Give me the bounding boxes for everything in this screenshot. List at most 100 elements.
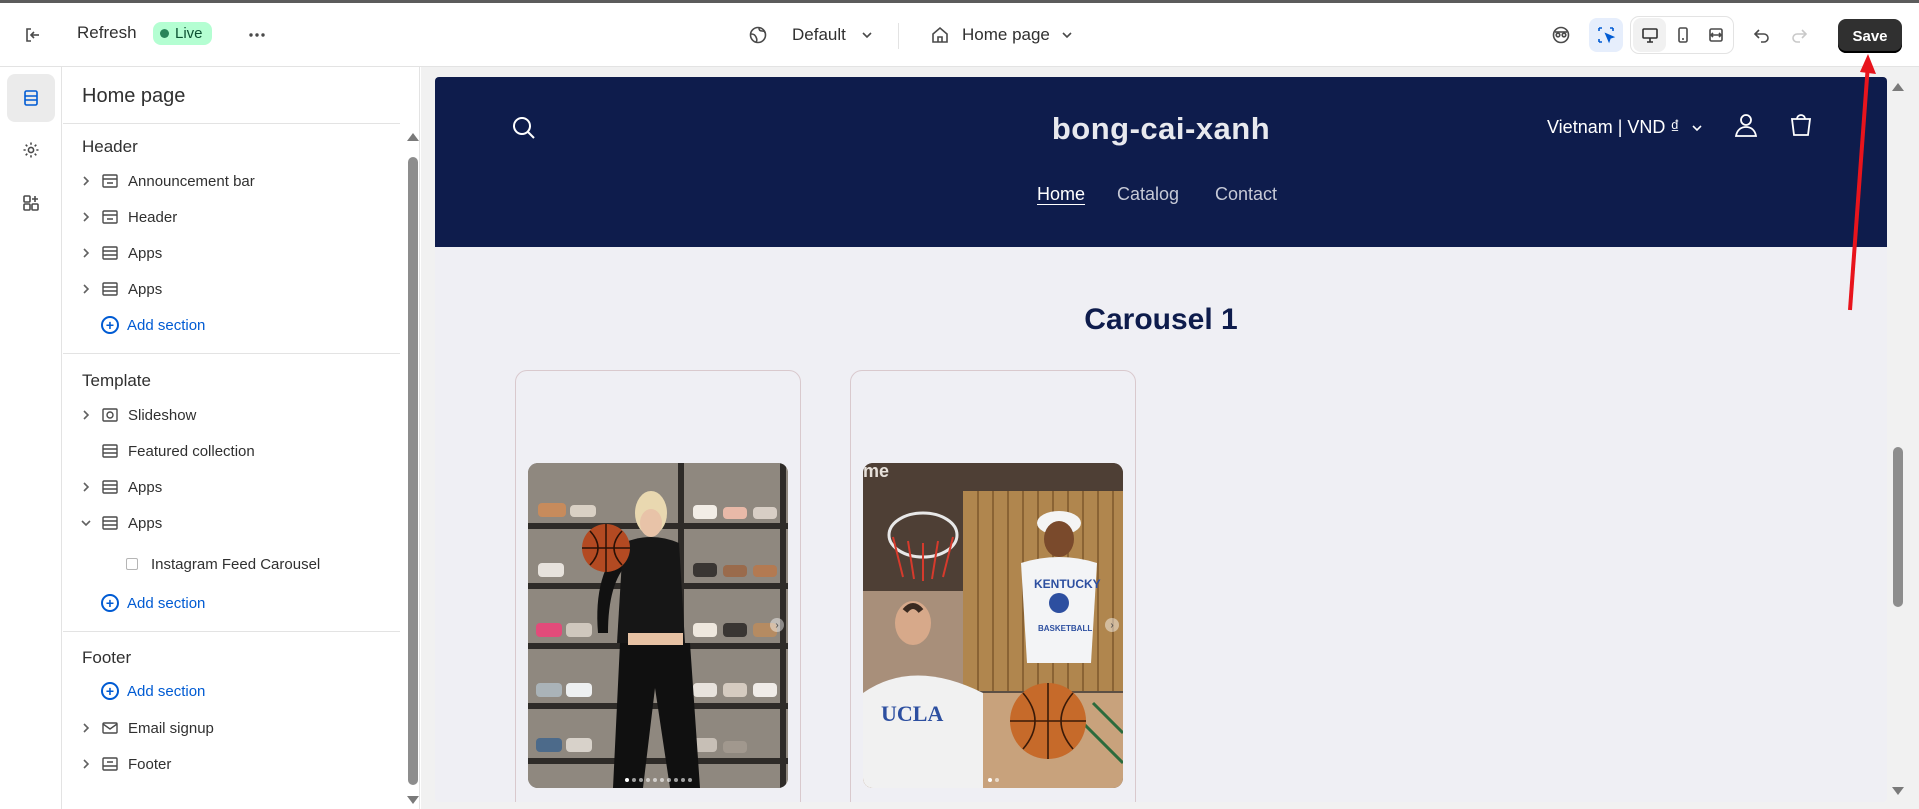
section-featured-collection[interactable]: Featured collection	[79, 436, 255, 466]
section-apps-expanded[interactable]: Apps	[79, 508, 162, 538]
undo-icon[interactable]	[1745, 18, 1779, 52]
save-button[interactable]: Save	[1838, 19, 1902, 53]
add-section-button[interactable]: + Add section	[79, 310, 205, 340]
chevron-right-icon[interactable]	[79, 283, 93, 295]
chevron-right-icon[interactable]	[79, 758, 93, 770]
section-label: Email signup	[128, 719, 214, 737]
chevron-down-icon[interactable]	[79, 518, 93, 528]
desktop-icon[interactable]	[1633, 18, 1667, 52]
scroll-down-arrow-icon[interactable]	[1892, 787, 1904, 795]
mobile-icon[interactable]	[1666, 18, 1699, 52]
apps-section-icon	[101, 280, 119, 298]
cart-icon[interactable]	[1787, 111, 1815, 144]
accessibility-icon[interactable]	[1544, 18, 1578, 52]
panel-scrollbar[interactable]	[404, 67, 420, 809]
instagram-card[interactable]: ›	[515, 370, 801, 802]
svg-text:BASKETBALL: BASKETBALL	[1038, 624, 1092, 633]
scroll-up-arrow-icon[interactable]	[407, 133, 419, 141]
app-block-icon	[126, 558, 138, 570]
section-slideshow[interactable]: Slideshow	[79, 400, 196, 430]
chevron-right-icon[interactable]	[79, 175, 93, 187]
carousel-title: Carousel 1	[1084, 303, 1238, 336]
section-icon	[101, 755, 119, 773]
group-template-title: Template	[82, 371, 151, 390]
chevron-right-icon[interactable]	[79, 211, 93, 223]
gear-icon[interactable]	[7, 126, 55, 174]
preview-scrollbar[interactable]	[1890, 77, 1906, 802]
apps-section-icon	[101, 514, 119, 532]
svg-text:me: me	[863, 463, 889, 481]
section-label: Apps	[128, 478, 163, 496]
scroll-up-arrow-icon[interactable]	[1892, 83, 1904, 91]
redo-icon[interactable]	[1782, 18, 1816, 52]
theme-selector[interactable]: Default	[748, 18, 874, 52]
section-email-signup[interactable]: Email signup	[79, 713, 214, 743]
sections-panel: Home page Header Announcement bar Header…	[63, 67, 420, 809]
next-slide-icon[interactable]: ›	[770, 618, 784, 632]
nav-contact[interactable]: Contact	[1215, 184, 1277, 205]
store-header: bong-cai-xanh Vietnam | VND ₫ Home Catal…	[435, 77, 1887, 247]
scroll-down-arrow-icon[interactable]	[407, 796, 419, 804]
chevron-right-icon[interactable]	[79, 409, 93, 421]
apps-icon[interactable]	[7, 179, 55, 227]
chevron-down-icon	[1062, 32, 1072, 39]
add-section-label: Add section	[127, 682, 206, 700]
section-label: Slideshow	[128, 406, 197, 424]
divider	[898, 23, 899, 49]
chevron-down-icon	[1692, 124, 1702, 131]
apps-section-icon	[101, 442, 119, 460]
nav-home[interactable]: Home	[1037, 184, 1085, 205]
chevron-right-icon[interactable]	[79, 481, 93, 493]
exit-icon[interactable]	[16, 18, 50, 52]
section-footer[interactable]: Footer	[79, 749, 171, 779]
section-label: Header	[128, 208, 178, 226]
live-status-badge: Live	[153, 22, 212, 45]
group-footer-title: Footer	[82, 648, 132, 667]
select-cursor-icon[interactable]	[1589, 18, 1623, 52]
instagram-photo[interactable]: me KENTUCKY BASKETBALL UCLA ›	[863, 463, 1123, 788]
instagram-card[interactable]: me KENTUCKY BASKETBALL UCLA ›	[850, 370, 1136, 802]
currency-label: Vietnam | VND ₫	[1547, 117, 1680, 137]
section-header[interactable]: Header	[79, 202, 177, 232]
home-icon	[932, 26, 948, 43]
next-slide-icon[interactable]: ›	[1105, 618, 1119, 632]
currency-selector[interactable]: Vietnam | VND ₫	[1547, 117, 1704, 138]
add-section-label: Add section	[127, 316, 206, 334]
section-announcement-bar[interactable]: Announcement bar	[79, 166, 255, 196]
section-apps[interactable]: Apps	[79, 238, 162, 268]
instagram-photo[interactable]: ›	[528, 463, 788, 788]
storefront-preview[interactable]: bong-cai-xanh Vietnam | VND ₫ Home Catal…	[435, 77, 1887, 802]
section-apps[interactable]: Apps	[79, 472, 162, 502]
add-section-button[interactable]: + Add section	[79, 676, 205, 706]
slideshow-icon	[101, 406, 119, 424]
chevron-right-icon[interactable]	[79, 247, 93, 259]
page-selector[interactable]: Home page	[930, 18, 1074, 52]
add-section-button[interactable]: + Add section	[79, 588, 205, 618]
email-icon	[101, 719, 119, 737]
full-width-icon[interactable]	[1700, 18, 1733, 52]
plus-circle-icon: +	[101, 594, 119, 612]
left-rail	[0, 67, 62, 809]
block-instagram-feed-carousel[interactable]: Instagram Feed Carousel	[126, 549, 320, 579]
carousel-dots	[528, 778, 788, 782]
divider	[63, 353, 400, 354]
sections-icon[interactable]	[7, 74, 55, 122]
section-label: Apps	[128, 514, 163, 532]
scrollbar-thumb[interactable]	[1893, 447, 1903, 607]
viewport-toggle-group	[1630, 16, 1734, 54]
refresh-button[interactable]: Refresh	[77, 23, 137, 43]
add-section-label: Add section	[127, 594, 206, 612]
scrollbar-thumb[interactable]	[408, 157, 418, 785]
globe-icon	[749, 26, 767, 44]
account-icon[interactable]	[1732, 111, 1760, 144]
block-label: Instagram Feed Carousel	[151, 555, 321, 573]
chevron-right-icon[interactable]	[79, 722, 93, 734]
nav-catalog[interactable]: Catalog	[1117, 184, 1179, 205]
svg-text:KENTUCKY: KENTUCKY	[1034, 577, 1101, 591]
section-apps[interactable]: Apps	[79, 274, 162, 304]
more-horizontal-icon[interactable]	[240, 18, 274, 52]
live-badge-label: Live	[175, 25, 203, 42]
editor-topbar: Refresh Live Default Home page Save	[0, 0, 1919, 67]
section-icon	[101, 208, 119, 226]
carousel-dots	[863, 778, 1123, 782]
